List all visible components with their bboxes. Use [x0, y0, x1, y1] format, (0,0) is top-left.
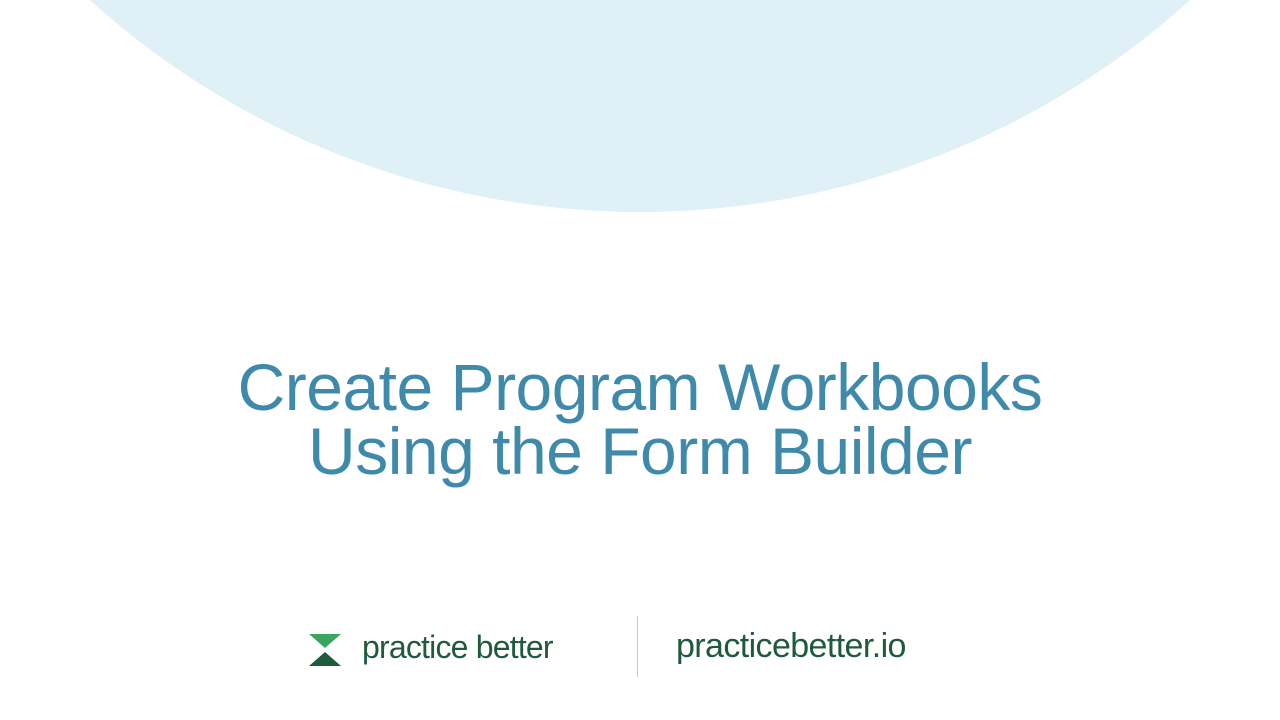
- brand-name: practice better: [362, 629, 554, 665]
- brand-footer: practice better practicebetter.io: [0, 612, 1280, 680]
- slide-title: Create Program Workbooks Using the Form …: [0, 350, 1280, 488]
- slide-title-line-1: Create Program Workbooks: [237, 350, 1043, 424]
- footer-divider: [637, 616, 638, 677]
- slide-title-line-2: Using the Form Builder: [308, 414, 972, 488]
- title-slide: Create Program Workbooks Using the Form …: [0, 0, 1280, 720]
- website-link[interactable]: practicebetter.io: [676, 626, 906, 666]
- hourglass-logo-icon: [309, 634, 341, 666]
- background-arc: [0, 0, 1280, 212]
